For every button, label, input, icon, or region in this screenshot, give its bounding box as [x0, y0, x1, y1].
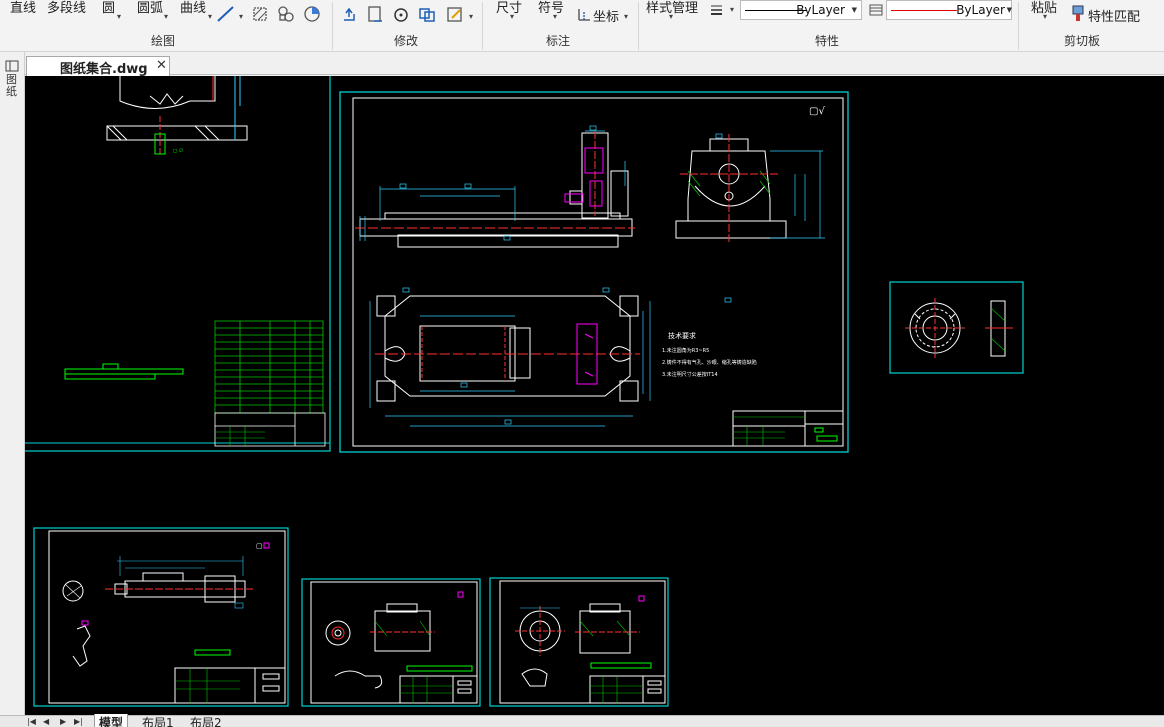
drawing-canvas[interactable]: ◻ ∅ ▢√ 技术要求 1.未注圆角为R3~R5 2.铸件不得有气孔、沙眼、缩孔… — [25, 76, 1164, 715]
match-properties-icon[interactable] — [1070, 4, 1086, 22]
title-block — [174, 667, 286, 704]
group-divider — [1018, 2, 1019, 50]
boundary-icon[interactable] — [303, 5, 321, 23]
color-value: ByLayer — [956, 3, 1005, 17]
document-tab-title: 图纸集合.dwg — [60, 62, 148, 77]
sheet-e-part-drawing[interactable] — [301, 578, 481, 707]
symbol-button[interactable]: 符号 — [538, 0, 564, 16]
match-properties-button[interactable]: 特性匹配 — [1088, 6, 1140, 25]
region-icon[interactable] — [277, 5, 295, 23]
xline-icon[interactable] — [216, 5, 236, 23]
title-block — [589, 675, 666, 704]
group-divider — [332, 2, 333, 50]
coordinate-dropdown-arrow[interactable]: ▾ — [624, 12, 628, 21]
tech-requirement-line-1: 1.未注圆角为R3~R5 — [662, 347, 709, 354]
line-tool-button[interactable]: 直线 — [10, 0, 36, 16]
arc-tool-button[interactable]: 圆弧 — [137, 0, 163, 16]
rotate-icon[interactable] — [392, 5, 410, 23]
title-block — [399, 675, 478, 704]
chevron-down-icon: ▼ — [851, 6, 857, 14]
mirror-icon[interactable] — [366, 4, 384, 24]
ribbon-toolbar: 直线 多段线 圆 圆弧 曲线 ▾ ▾ ▾ ▾ 绘图 ▾ 修改 尺寸 符号 ▾ ▾… — [0, 0, 1164, 52]
curve-tool-button[interactable]: 曲线 — [180, 0, 206, 16]
color-preview — [891, 10, 957, 11]
circle-dropdown-arrow[interactable]: ▾ — [117, 12, 121, 21]
circle-tool-button[interactable]: 圆 — [102, 0, 115, 16]
panel-toggle-icon[interactable] — [5, 60, 19, 72]
surface-roughness-mark: ▢√ — [809, 106, 825, 117]
tab-layout2[interactable]: 布局2 — [190, 714, 222, 727]
layer-list-icon[interactable] — [868, 3, 884, 17]
draw-group-label: 绘图 — [151, 34, 176, 48]
chevron-down-icon: ▼ — [1006, 6, 1012, 14]
sheet-d-shaft-drawing[interactable]: ▢ — [33, 527, 289, 707]
group-divider — [638, 2, 639, 50]
side-panel: 图纸 — [0, 52, 25, 716]
title-block — [732, 410, 844, 447]
linetype-value: ByLayer — [796, 3, 845, 17]
tab-model[interactable]: 模型 — [94, 714, 129, 727]
sheet-c-part-drawing[interactable] — [889, 281, 1024, 374]
model-space-drawing: ◻ ∅ ▢√ 技术要求 1.未注圆角为R3~R5 2.铸件不得有气孔、沙眼、缩孔… — [25, 76, 1024, 707]
sheet-f-part-drawing[interactable] — [489, 577, 669, 707]
sheet-b-assembly-drawing[interactable]: ▢√ 技术要求 1.未注圆角为R3~R5 2.铸件不得有气孔、沙眼、缩孔等铸造缺… — [339, 91, 849, 453]
xline-dropdown-arrow[interactable]: ▾ — [239, 12, 243, 21]
dimension-dropdown-arrow[interactable]: ▾ — [510, 12, 514, 21]
properties-group-label: 特性 — [815, 34, 840, 48]
coordinate-button[interactable]: 坐标 — [593, 6, 619, 25]
modify-dropdown-arrow[interactable]: ▾ — [469, 12, 473, 21]
first-layout-button[interactable]: |◀ — [27, 717, 36, 726]
polyline-tool-button[interactable]: 多段线 — [47, 0, 86, 16]
sheet-a[interactable]: ◻ ∅ — [25, 76, 331, 452]
last-layout-button[interactable]: ▶| — [74, 717, 83, 726]
layout-tab-bar: |◀ ◀ ▶ ▶| 模型 布局1 布局2 — [0, 714, 1164, 727]
cad-application-window: 直线 多段线 圆 圆弧 曲线 ▾ ▾ ▾ ▾ 绘图 ▾ 修改 尺寸 符号 ▾ ▾… — [0, 0, 1164, 727]
tab-layout1[interactable]: 布局1 — [142, 714, 174, 727]
coordinate-icon[interactable] — [576, 6, 592, 22]
group-divider — [482, 2, 483, 50]
curve-dropdown-arrow[interactable]: ▾ — [208, 12, 212, 21]
paste-dropdown-arrow[interactable]: ▾ — [1043, 12, 1047, 21]
drawing-sheets-panel-label[interactable]: 图纸 — [6, 74, 19, 98]
arc-dropdown-arrow[interactable]: ▾ — [164, 12, 168, 21]
hatch-icon[interactable] — [252, 6, 268, 22]
style-manager-dropdown-arrow[interactable]: ▾ — [669, 12, 673, 21]
tech-requirement-line-2: 2.铸件不得有气孔、沙眼、缩孔等铸造缺陷 — [662, 359, 757, 366]
parts-list-table — [214, 320, 324, 414]
lineweight-icon[interactable] — [709, 3, 725, 17]
edit-properties-icon[interactable] — [446, 5, 464, 23]
lineweight-dropdown-arrow[interactable]: ▾ — [730, 5, 734, 14]
tech-requirement-line-3: 3.未注明尺寸公差按IT14 — [662, 371, 718, 378]
svg-text:◻ ∅: ◻ ∅ — [173, 148, 183, 154]
technical-requirements-title: 技术要求 — [668, 331, 696, 340]
linetype-select[interactable]: ByLayer ▼ — [740, 0, 862, 20]
dimension-button[interactable]: 尺寸 — [496, 0, 522, 16]
clipboard-group-label: 剪切板 — [1064, 34, 1101, 48]
array-icon[interactable] — [418, 5, 436, 23]
modify-group-label: 修改 — [394, 34, 419, 48]
annotate-group-label: 标注 — [546, 34, 571, 48]
symbol-dropdown-arrow[interactable]: ▾ — [553, 12, 557, 21]
document-tab-bar — [0, 52, 1164, 75]
svg-text:▢: ▢ — [256, 542, 263, 550]
prev-layout-button[interactable]: ◀ — [43, 717, 49, 726]
next-layout-button[interactable]: ▶ — [60, 717, 66, 726]
copy-icon[interactable] — [340, 5, 358, 23]
close-icon[interactable]: ✕ — [156, 58, 167, 73]
color-select[interactable]: ByLayer ▼ — [886, 0, 1012, 20]
document-tab[interactable]: 图纸集合.dwg ✕ — [26, 56, 170, 77]
